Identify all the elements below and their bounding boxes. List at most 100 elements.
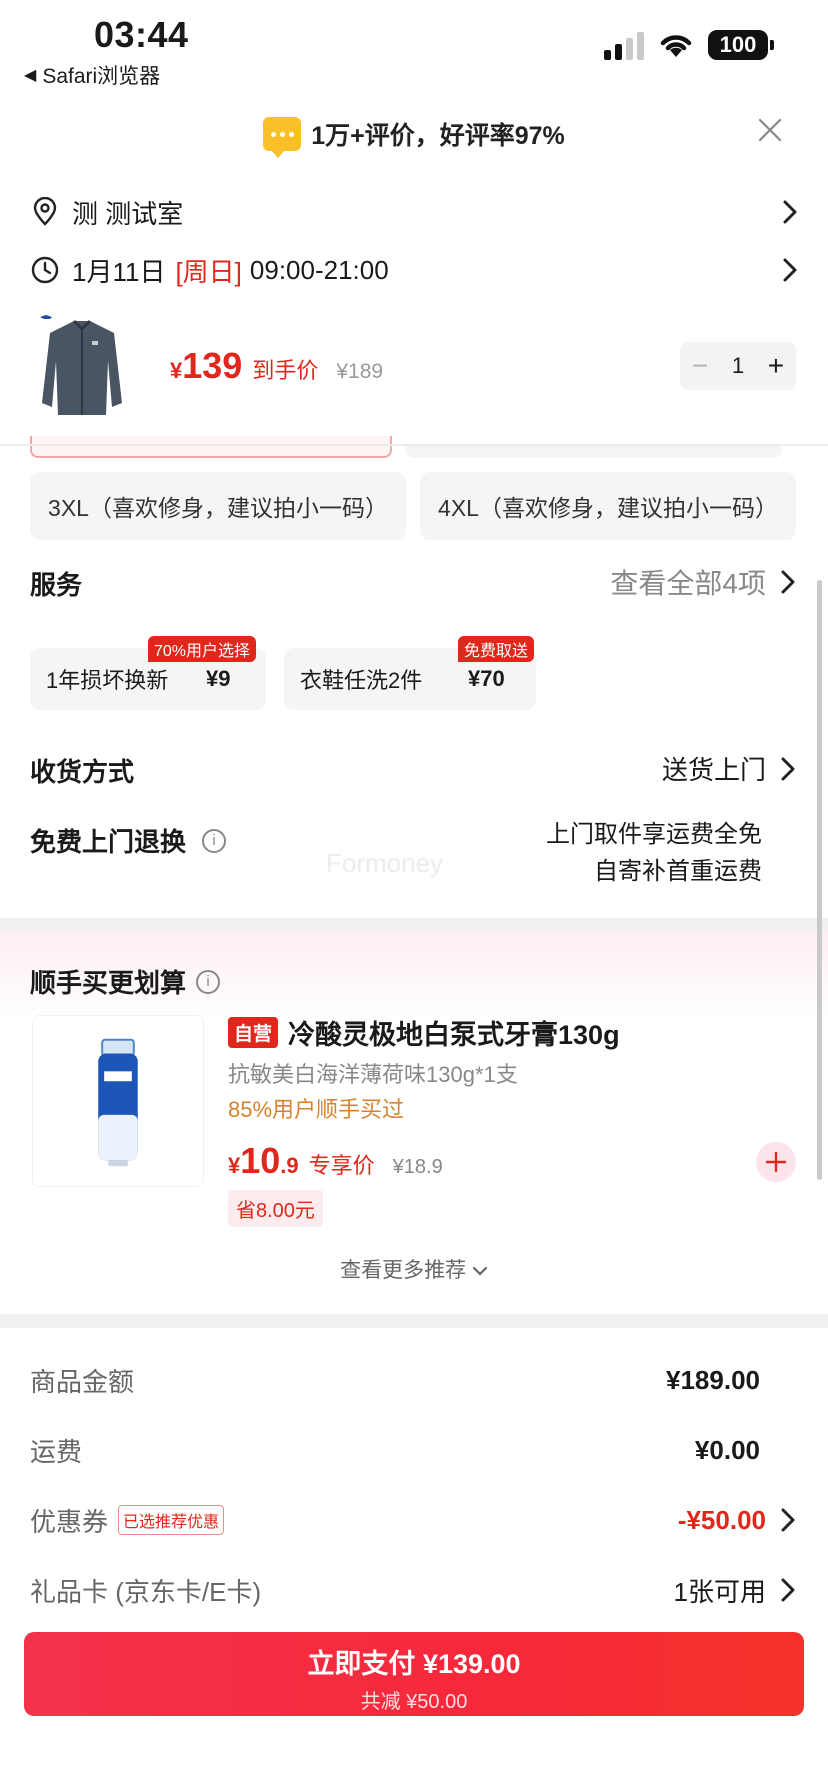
address-label: 测 测试室 [72, 198, 184, 229]
service-badge: 免费取送 [458, 636, 535, 662]
services-title: 服务 [30, 570, 83, 600]
recommend-price-currency: ¥ [228, 1153, 241, 1178]
product-price: ¥ 139 到手价 ¥189 [170, 345, 383, 387]
status-bar: 03:44 ◀ Safari浏览器 100 [0, 0, 828, 92]
info-icon[interactable]: i [196, 969, 221, 994]
more-recommend-label: 查看更多推荐 [340, 1259, 467, 1282]
free-return-title-row: 免费上门退换 i [30, 822, 227, 859]
free-return-detail: 上门取件享运费全免 自寄补首重运费 [546, 816, 762, 890]
product-jacket-image [40, 315, 122, 415]
service-badge: 70%用户选择 [148, 636, 257, 662]
chevron-right-icon [781, 757, 795, 780]
summary-freight-label: 运费 [30, 1436, 83, 1467]
service-card-replacement[interactable]: 70%用户选择 1年损坏换新 ¥9 [30, 636, 266, 710]
summary-coupon-value: -¥50.00 [677, 1504, 766, 1535]
delivery-hours: 09:00-21:00 [249, 254, 389, 285]
recommend-product-name: 冷酸灵极地白泵式牙膏130g [288, 1020, 620, 1050]
product-summary: ¥ 139 到手价 ¥189 − 1 + [0, 305, 828, 445]
shipping-value: 送货上门 [661, 755, 766, 785]
review-banner: 1万+评价，好评率97% [0, 108, 828, 160]
recommend-product-name-row[interactable]: 自营 冷酸灵极地白泵式牙膏130g [228, 1013, 620, 1052]
service-price: ¥9 [206, 666, 231, 691]
delivery-date: 1月11日 [72, 256, 166, 287]
chevron-right-icon [783, 200, 797, 224]
free-return-line1: 上门取件享运费全免 [546, 821, 762, 848]
system-icons: 100 [604, 30, 774, 60]
recommend-price: ¥ 10 .9 专享价 ¥18.9 [228, 1140, 443, 1182]
recommend-price-decimal: .9 [280, 1153, 299, 1178]
signal-icon [604, 30, 644, 60]
pay-discount-label: 共减 ¥50.00 [360, 1691, 468, 1713]
more-recommend-link[interactable]: 查看更多推荐 [0, 1254, 828, 1284]
size-option-4xl[interactable]: 4XL（喜欢修身，建议拍小一码） [420, 472, 796, 540]
pay-now-button[interactable]: 立即支付 ¥139.00 共减 ¥50.00 [24, 1632, 804, 1716]
scrollbar[interactable] [817, 580, 822, 1180]
summary-goods-value: ¥189.00 [666, 1364, 760, 1395]
summary-giftcard-label: 礼品卡 (京东卡/E卡) [30, 1576, 262, 1607]
summary-coupon-row[interactable]: 优惠券 已选推荐优惠 -¥50.00 [30, 1498, 796, 1542]
quantity-stepper[interactable]: − 1 + [680, 342, 796, 390]
add-to-order-button[interactable] [756, 1142, 796, 1182]
self-operated-badge: 自营 [228, 1017, 279, 1048]
back-to-safari[interactable]: ◀ Safari浏览器 [24, 60, 160, 90]
summary-goods-row: 商品金额 ¥189.00 [30, 1358, 796, 1402]
recommend-price-tag: 专享价 [308, 1153, 375, 1178]
review-text: 1万+评价，好评率97% [311, 122, 565, 150]
chevron-right-icon [781, 1578, 795, 1602]
close-icon[interactable] [756, 116, 784, 144]
chevron-right-icon [781, 1508, 795, 1532]
summary-giftcard-value: 1张可用 [673, 1576, 766, 1607]
info-icon[interactable]: i [202, 828, 227, 853]
services-view-all-label: 查看全部4项 [610, 568, 766, 599]
summary-freight-row: 运费 ¥0.00 [30, 1428, 796, 1472]
battery-icon: 100 [708, 30, 774, 60]
divider [0, 444, 828, 446]
section-gap [0, 918, 828, 932]
quantity-decrease-button[interactable]: − [692, 350, 708, 382]
original-price: ¥189 [336, 360, 384, 383]
clock-icon [31, 256, 59, 284]
size-option-3xl[interactable]: 3XL（喜欢修身，建议拍小一码） [30, 472, 406, 540]
back-triangle-icon: ◀ [24, 67, 37, 84]
service-name: 衣鞋任洗2件 [300, 668, 423, 693]
summary-giftcard-row[interactable]: 礼品卡 (京东卡/E卡) 1张可用 [30, 1568, 796, 1612]
free-return-title: 免费上门退换 [30, 827, 187, 857]
price-value: 139 [182, 345, 243, 386]
recommend-original-price: ¥18.9 [392, 1156, 443, 1178]
price-tag: 到手价 [252, 358, 319, 383]
service-name: 1年损坏换新 [46, 668, 169, 693]
service-price: ¥70 [468, 666, 505, 691]
shipping-method[interactable]: 送货上门 [662, 750, 796, 787]
recommend-title: 顺手买更划算 [30, 968, 187, 998]
location-pin-icon [33, 197, 57, 226]
service-card-laundry[interactable]: 免费取送 衣鞋任洗2件 ¥70 [284, 636, 536, 710]
size-option-selected-clipped[interactable] [30, 436, 392, 458]
coupon-recommended-badge: 已选推荐优惠 [118, 1505, 225, 1535]
delivery-time-row[interactable]: 1月11日 [周日] 09:00-21:00 [30, 250, 798, 290]
summary-giftcard-value-wrap: 1张可用 [674, 1572, 796, 1609]
address-row[interactable]: 测 测试室 [30, 192, 798, 232]
section-gap [0, 1314, 828, 1328]
recommend-save-badge: 省8.00元 [228, 1190, 323, 1227]
recommend-price-integer: 10 [240, 1140, 281, 1181]
wifi-icon [660, 35, 692, 57]
delivery-weekday: [周日] [175, 256, 242, 287]
pay-now-label: 立即支付 ¥139.00 [307, 1649, 521, 1679]
chevron-right-icon [783, 258, 797, 282]
chevron-down-icon [472, 1266, 488, 1276]
status-time: 03:44 [94, 14, 189, 55]
summary-coupon-value-wrap: -¥50.00 [678, 1505, 796, 1536]
watermark: Formoney [326, 848, 444, 878]
shipping-title: 收货方式 [30, 757, 135, 787]
plus-icon [765, 1151, 787, 1173]
chevron-right-icon [781, 570, 795, 594]
summary-freight-value: ¥0.00 [694, 1434, 760, 1465]
recommend-product-spec: 抗敏美白海洋薄荷味130g*1支 [228, 1062, 518, 1087]
free-return-line2: 自寄补首重运费 [594, 858, 762, 885]
quantity-increase-button[interactable]: + [768, 350, 784, 382]
size-option-clipped[interactable] [406, 446, 782, 458]
recommend-title-row: 顺手买更划算 i [30, 963, 221, 1000]
services-view-all[interactable]: 查看全部4项 [610, 562, 796, 602]
summary-coupon-label: 优惠券 [30, 1506, 109, 1537]
toothpaste-image[interactable] [32, 1015, 204, 1187]
